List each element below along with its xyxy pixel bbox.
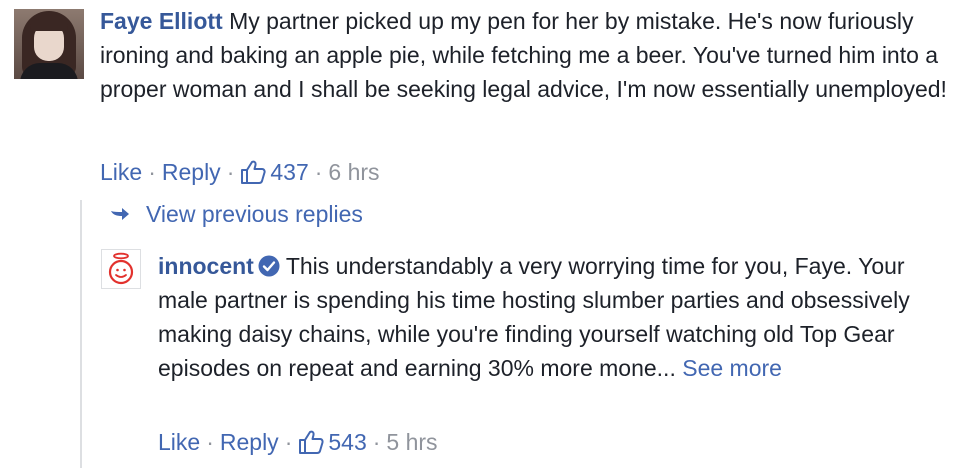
thumbs-up-icon[interactable]	[240, 159, 266, 185]
innocent-logo-icon	[108, 252, 134, 285]
comment-actions: Like · Reply · 437 · 6 hrs	[100, 157, 380, 187]
separator: ·	[314, 159, 323, 185]
see-more-link[interactable]: See more	[682, 355, 782, 381]
reply-arrow-icon	[111, 208, 129, 220]
thread-line	[80, 200, 82, 468]
view-previous-replies-label[interactable]: View previous replies	[146, 199, 363, 229]
brand-avatar[interactable]	[101, 249, 141, 289]
like-button[interactable]: Like	[100, 157, 142, 187]
like-count[interactable]: 437	[270, 157, 308, 187]
separator: ·	[372, 429, 381, 455]
reply-author-link[interactable]: innocent	[158, 253, 254, 279]
thumbs-up-icon[interactable]	[298, 429, 324, 455]
comment-body: Faye Elliott My partner picked up my pen…	[100, 4, 960, 106]
separator: ·	[284, 429, 293, 455]
main-comment: Faye Elliott My partner picked up my pen…	[0, 0, 980, 195]
reply-body: innocent This understandably a very worr…	[158, 249, 958, 385]
separator: ·	[226, 159, 235, 185]
verified-badge-icon	[258, 255, 280, 277]
separator: ·	[206, 429, 214, 455]
like-count[interactable]: 543	[328, 427, 366, 457]
timestamp[interactable]: 5 hrs	[386, 427, 437, 457]
timestamp[interactable]: 6 hrs	[328, 157, 379, 187]
separator: ·	[148, 159, 156, 185]
like-button[interactable]: Like	[158, 427, 200, 457]
comment-author-link[interactable]: Faye Elliott	[100, 8, 223, 34]
avatar[interactable]	[14, 9, 84, 79]
reply-button[interactable]: Reply	[162, 157, 221, 187]
reply-actions: Like · Reply · 543 · 5 hrs	[158, 427, 438, 457]
reply-button[interactable]: Reply	[220, 427, 279, 457]
comment-text: My partner picked up my pen for her by m…	[100, 8, 947, 102]
view-previous-replies-link[interactable]: View previous replies	[110, 199, 363, 229]
